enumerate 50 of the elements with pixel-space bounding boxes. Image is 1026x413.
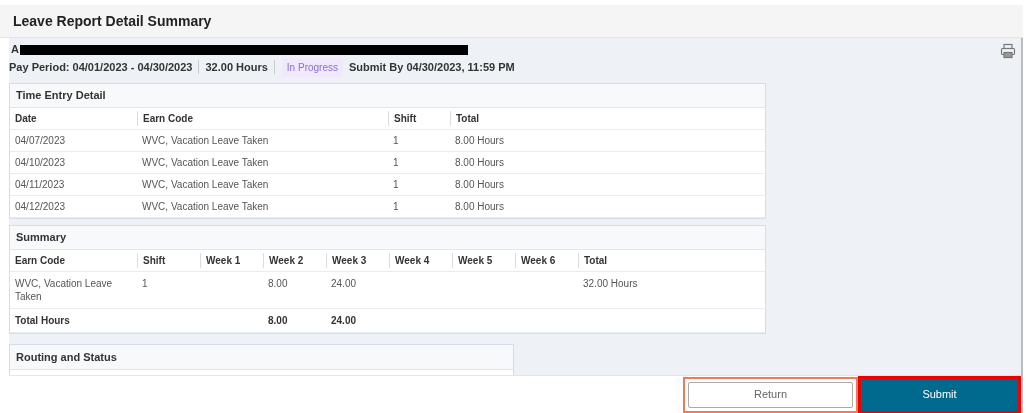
table-cell: WVC, Vacation Leave Taken — [15, 278, 113, 302]
column-header: Week 2 — [269, 255, 304, 266]
table-cell: 04/10/2023 — [15, 157, 66, 168]
table-cell: 1 — [142, 278, 148, 289]
column-header: Date — [15, 113, 37, 124]
employee-initial: A — [11, 42, 19, 58]
column-header: Week 1 — [206, 255, 241, 266]
status-badge: In Progress — [281, 57, 343, 77]
column-header: Total — [584, 255, 608, 266]
submit-deadline: Submit By 04/30/2023, 11:59 PM — [349, 59, 515, 75]
table-cell: 1 — [393, 157, 399, 168]
table-cell: 1 — [393, 179, 399, 190]
table-cell: 24.00 — [331, 278, 357, 289]
column-header: Total — [456, 113, 480, 124]
table-cell: WVC, Vacation Leave Taken — [142, 179, 269, 190]
return-button[interactable]: Return — [688, 381, 853, 408]
column-header: Shift — [394, 113, 417, 124]
page-title: Leave Report Detail Summary — [13, 11, 212, 31]
section-title: Time Entry Detail — [16, 88, 106, 104]
submit-button[interactable]: Submit — [861, 378, 1018, 411]
table-cell: 8.00 Hours — [455, 201, 504, 212]
section-title: Routing and Status — [16, 349, 117, 365]
table-cell: WVC, Vacation Leave Taken — [142, 135, 269, 146]
table-cell: 1 — [393, 135, 399, 146]
column-header: Week 5 — [458, 255, 493, 266]
table-cell: 8.00 Hours — [455, 157, 504, 168]
table-cell: 1 — [393, 201, 399, 212]
total-hours: 32.00 Hours — [204, 59, 269, 75]
table-cell: 8.00 Hours — [455, 135, 504, 146]
pay-period: Pay Period: 04/01/2023 - 04/30/2023 — [9, 59, 194, 75]
table-cell: 32.00 Hours — [583, 278, 638, 289]
column-header: Earn Code — [143, 113, 193, 124]
column-header: Shift — [143, 255, 166, 266]
column-header: Week 6 — [521, 255, 556, 266]
table-cell: 8.00 Hours — [455, 179, 504, 190]
column-header: Earn Code — [15, 255, 65, 266]
table-cell: WVC, Vacation Leave Taken — [142, 157, 269, 168]
table-cell: 8.00 — [268, 278, 288, 289]
table-cell: 04/11/2023 — [15, 179, 65, 190]
table-cell: WVC, Vacation Leave Taken — [142, 201, 269, 212]
table-cell: Total Hours — [15, 315, 70, 326]
table-cell: 04/07/2023 — [15, 135, 66, 146]
table-cell: 8.00 — [268, 315, 288, 326]
printer-icon — [1000, 43, 1016, 59]
table-cell: 04/12/2023 — [15, 201, 66, 212]
column-header: Week 3 — [332, 255, 367, 266]
table-cell: 24.00 — [331, 315, 357, 326]
section-title: Summary — [16, 230, 67, 246]
print-button[interactable] — [999, 42, 1017, 60]
column-header: Week 4 — [395, 255, 430, 266]
